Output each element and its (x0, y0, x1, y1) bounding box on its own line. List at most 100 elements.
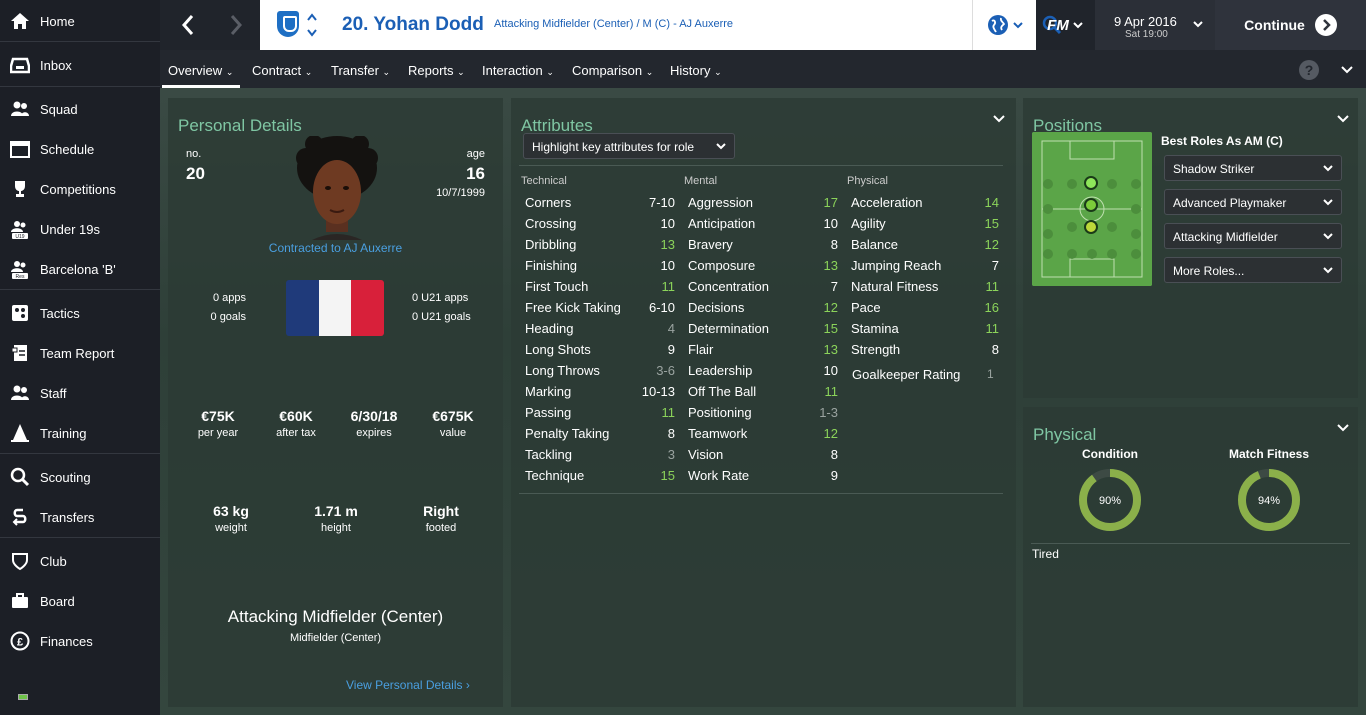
chevron-down-icon[interactable] (1336, 421, 1350, 435)
link-label: View Personal Details (346, 678, 463, 692)
attribute-row[interactable]: Strength 8 (847, 342, 1005, 363)
sidebar-item-scouting[interactable]: Scouting (0, 457, 160, 497)
attribute-row[interactable]: Pace 16 (847, 300, 1005, 321)
sidebar-item-competitions[interactable]: Competitions (0, 169, 160, 209)
u21-apps-count: 0 U21 apps (412, 292, 469, 304)
attribute-row[interactable]: Dribbling 13 (521, 237, 679, 258)
sidebar-item-finances[interactable]: £ Finances (0, 621, 160, 661)
chevron-down-icon[interactable] (992, 112, 1006, 126)
tab-interaction[interactable]: Interaction ⌄ (482, 63, 554, 78)
attribute-row[interactable]: Off The Ball 11 (684, 384, 842, 405)
attribute-row[interactable]: First Touch 11 (521, 279, 679, 300)
sidebar-item-squad[interactable]: Squad (0, 89, 160, 129)
attribute-name: Teamwork (688, 426, 748, 441)
role-advanced-playmaker[interactable]: Advanced Playmaker (1164, 189, 1342, 215)
goalkeeper-value: 1 (987, 367, 994, 381)
sidebar-item-staff[interactable]: Staff (0, 373, 160, 413)
attribute-name: Technique (525, 468, 585, 483)
attribute-row[interactable]: Acceleration 14 (847, 195, 1005, 216)
attribute-row[interactable]: Passing 11 (521, 405, 679, 426)
attribute-value: 15 (660, 468, 675, 483)
attribute-row[interactable]: Determination 15 (684, 321, 842, 342)
contract-link[interactable]: Contracted to AJ Auxerre (168, 241, 503, 255)
attribute-name: Concentration (688, 279, 769, 294)
attribute-row[interactable]: Anticipation 10 (684, 216, 842, 237)
attribute-value: 12 (823, 426, 838, 441)
attribute-row[interactable]: Finishing 10 (521, 258, 679, 279)
sidebar-item-schedule[interactable]: Schedule (0, 129, 160, 169)
attribute-row[interactable]: Jumping Reach 7 (847, 258, 1005, 279)
date-menu-button[interactable]: 9 Apr 2016 Sat 19:00 (1095, 0, 1215, 50)
attribute-row[interactable]: Balance 12 (847, 237, 1005, 258)
attribute-row[interactable]: Long Throws 3-6 (521, 363, 679, 384)
role-shadow-striker[interactable]: Shadow Striker (1164, 155, 1342, 181)
attribute-row[interactable]: Heading 4 (521, 321, 679, 342)
attribute-row[interactable]: Free Kick Taking 6-10 (521, 300, 679, 321)
continue-button[interactable]: Continue (1215, 0, 1366, 50)
back-button[interactable] (164, 0, 212, 50)
tab-history[interactable]: History ⌄ (670, 63, 722, 78)
attribute-row[interactable]: Bravery 8 (684, 237, 842, 258)
globe-icon (987, 15, 1008, 35)
tab-reports[interactable]: Reports ⌄ (408, 63, 465, 78)
match-fitness-gauge: 94% (1238, 469, 1300, 531)
attribute-row[interactable]: Positioning 1-3 (684, 405, 842, 426)
attribute-value: 10 (823, 216, 838, 231)
tab-label: Transfer (331, 63, 379, 78)
help-button[interactable]: ? (1299, 60, 1319, 80)
sidebar-item-barcelona-b[interactable]: Res Barcelona 'B' (0, 249, 160, 289)
attribute-row[interactable]: Technique 15 (521, 468, 679, 489)
attribute-row[interactable]: Agility 15 (847, 216, 1005, 237)
tab-overview[interactable]: Overview ⌄ (168, 63, 233, 78)
sidebar-item-team-report[interactable]: Team Report (0, 333, 160, 373)
sidebar-item-training[interactable]: Training (0, 413, 160, 453)
role-attacking-midfielder[interactable]: Attacking Midfielder (1164, 223, 1342, 249)
attribute-row[interactable]: Stamina 11 (847, 321, 1005, 342)
tab-contract[interactable]: Contract ⌄ (252, 63, 312, 78)
fm-menu-button[interactable]: FM (1036, 0, 1094, 50)
attribute-row[interactable]: Leadership 10 (684, 363, 842, 384)
attribute-row[interactable]: Crossing 10 (521, 216, 679, 237)
attribute-value: 14 (984, 195, 999, 210)
attribute-row[interactable]: Marking 10-13 (521, 384, 679, 405)
attribute-row[interactable]: Work Rate 9 (684, 468, 842, 489)
attribute-name: Tackling (525, 447, 572, 462)
more-roles-dropdown[interactable]: More Roles... (1164, 257, 1342, 283)
forward-button[interactable] (212, 0, 260, 50)
sidebar-item-label: Finances (40, 633, 93, 649)
attribute-row[interactable]: Teamwork 12 (684, 426, 842, 447)
sidebar-item-tactics[interactable]: Tactics (0, 293, 160, 333)
sidebar-item-club[interactable]: Club (0, 541, 160, 581)
tab-comparison[interactable]: Comparison ⌄ (572, 63, 653, 78)
attribute-name: Leadership (688, 363, 753, 378)
panel-title: Physical (1033, 425, 1097, 444)
attribute-row[interactable]: Flair 13 (684, 342, 842, 363)
chevron-down-icon[interactable] (1336, 112, 1350, 126)
player-position[interactable]: Attacking Midfielder (Center) / M (C) - … (494, 18, 733, 30)
attribute-row[interactable]: Long Shots 9 (521, 342, 679, 363)
attribute-row[interactable]: Tackling 3 (521, 447, 679, 468)
sidebar-item-under-19s[interactable]: U19 Under 19s (0, 209, 160, 249)
contract-expiry: 6/30/18 (350, 408, 398, 424)
world-menu-button[interactable] (972, 0, 1036, 50)
attribute-row[interactable]: Corners 7-10 (521, 195, 679, 216)
club-crest-icon (277, 11, 299, 37)
sidebar-item-transfers[interactable]: Transfers (0, 497, 160, 537)
highlight-roles-dropdown[interactable]: Highlight key attributes for role (523, 133, 735, 159)
attribute-row[interactable]: Decisions 12 (684, 300, 842, 321)
attribute-row[interactable]: Concentration 7 (684, 279, 842, 300)
tab-transfer[interactable]: Transfer ⌄ (331, 63, 390, 78)
sidebar-item-inbox[interactable]: Inbox (0, 45, 160, 85)
sidebar-item-home[interactable]: Home (0, 1, 160, 41)
attribute-row[interactable]: Penalty Taking 8 (521, 426, 679, 447)
attribute-row[interactable]: Aggression 17 (684, 195, 842, 216)
up-down-icon[interactable] (306, 12, 318, 38)
attribute-row[interactable]: Composure 13 (684, 258, 842, 279)
chevron-down-icon[interactable] (1341, 66, 1353, 74)
status-indicator[interactable] (18, 694, 28, 700)
sidebar-item-board[interactable]: Board (0, 581, 160, 621)
attribute-name: Flair (688, 342, 714, 357)
view-personal-details-link[interactable]: View Personal Details › (346, 678, 470, 692)
attribute-row[interactable]: Vision 8 (684, 447, 842, 468)
attribute-row[interactable]: Natural Fitness 11 (847, 279, 1005, 300)
